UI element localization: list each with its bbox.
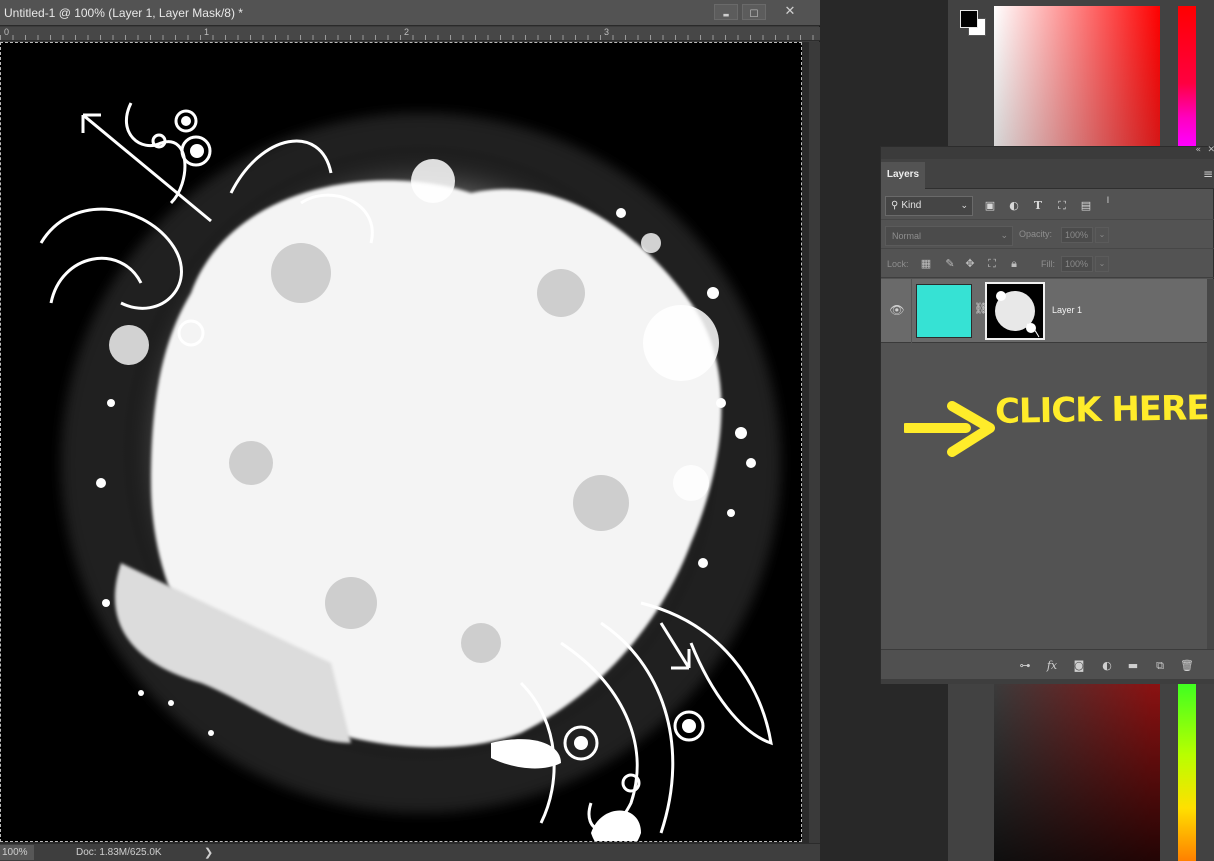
color-picker-field-lower[interactable] [994,684,1160,861]
mask-thumb-art [987,284,1043,338]
lock-position-icon[interactable]: ✥ [963,257,977,271]
type-filter-icon[interactable]: T [1031,199,1045,213]
collapse-icon[interactable]: « [1195,145,1201,155]
document-title: Untitled-1 @ 100% (Layer 1, Layer Mask/8… [4,6,243,20]
fill-field[interactable]: 100% [1061,256,1093,272]
new-layer-icon[interactable]: ⧉ [1152,658,1168,674]
tutorial-annotation: CLICK HERE [900,388,1209,470]
lock-row: Lock: ▦ ✎ ✥ ⛶ 🔒︎ Fill: 100% ⌄ [881,250,1214,278]
close-icon[interactable]: ✕ [1207,145,1214,155]
mask-link-icon[interactable]: ⛓ [974,302,988,318]
panel-tab-bar: Layers ≡ [881,159,1214,189]
shape-filter-icon[interactable]: ⛶ [1055,199,1069,213]
layer-mask-thumbnail[interactable] [985,282,1045,340]
lock-image-pixels-icon[interactable]: ✎ [943,257,957,271]
arrow-right-icon [904,401,995,457]
lock-all-icon[interactable]: 🔒︎ [1007,257,1021,271]
document-size-info: Doc: 1.83M/625.0K [76,847,162,858]
opacity-field[interactable]: 100% [1061,227,1093,243]
blend-mode-value: Normal [892,231,922,241]
blend-mode-select[interactable]: Normal ⌄ [885,226,1013,246]
layers-bottom-toolbar: ⊶ fx ◙ ◐ ▬ ⧉ 🗑︎ [881,649,1214,679]
layer-thumbnail[interactable] [916,284,972,338]
foreground-color-swatch[interactable] [960,10,978,28]
click-here-label: CLICK HERE [994,388,1209,432]
filter-toggle-icon[interactable]: ⏽ [1101,194,1115,208]
chevron-down-icon: ⌄ [960,201,968,211]
blend-row: Normal ⌄ Opacity: 100% ⌄ [881,221,1214,249]
filter-kind-label: Kind [901,200,922,211]
divider [911,279,912,343]
tab-layers[interactable]: Layers [881,162,925,189]
document-tab[interactable]: Untitled-1 @ 100% (Layer 1, Layer Mask/8… [0,0,820,26]
minimize-button[interactable]: ▬ [714,4,738,20]
maximize-icon: ☐ [749,9,759,20]
layers-scrollbar[interactable] [1207,279,1214,649]
add-mask-icon[interactable]: ◙ [1071,658,1087,674]
lock-transparent-pixels-icon[interactable]: ▦ [919,257,933,271]
document-window: Untitled-1 @ 100% (Layer 1, Layer Mask/8… [0,0,820,861]
link-layers-icon[interactable]: ⊶ [1017,658,1033,674]
adjustment-filter-icon[interactable]: ◐ [1007,199,1021,213]
lock-artboard-icon[interactable]: ⛶ [985,257,999,271]
layer-filter-row: ⚲ Kind ⌄ ▣ ◐ T ⛶ ▤ ⏽ [881,190,1214,220]
photoshop-workspace: Untitled-1 @ 100% (Layer 1, Layer Mask/8… [0,0,1214,861]
vertical-scrollbar[interactable] [808,42,820,843]
adjustment-layer-icon[interactable]: ◐ [1099,658,1115,674]
canvas-layer-mask[interactable] [0,42,802,842]
filter-kind-select[interactable]: ⚲ Kind ⌄ [885,196,973,216]
horizontal-ruler[interactable]: 0 1 2 3 [0,27,820,41]
lock-label: Lock: [887,259,909,269]
fx-icon[interactable]: fx [1044,658,1060,674]
hue-slider-lower[interactable] [1178,684,1196,861]
close-button[interactable]: ✕ [778,4,802,20]
visibility-eye-icon[interactable]: 👁︎ [889,303,905,317]
panel-menu-icon[interactable]: ≡ [1203,167,1213,181]
canvas-area[interactable] [0,42,808,843]
opacity-label: Opacity: [1019,229,1053,239]
mask-artwork [1,43,801,841]
new-group-icon[interactable]: ▬ [1125,658,1141,674]
layer-name[interactable]: Layer 1 [1052,305,1082,315]
zoom-level-field[interactable]: 100% [0,845,34,860]
chevron-down-icon: ⌄ [1000,231,1008,241]
search-icon: ⚲ [891,200,899,211]
hue-slider[interactable] [1178,6,1196,146]
minimize-icon: ▬ [722,11,730,19]
delete-icon[interactable]: 🗑︎ [1179,658,1195,674]
panel-header[interactable]: « ✕ [881,145,1214,159]
close-icon: ✕ [784,4,796,19]
fill-chevron-icon[interactable]: ⌄ [1095,256,1109,272]
maximize-button[interactable]: ☐ [742,4,766,20]
opacity-chevron-icon[interactable]: ⌄ [1095,227,1109,243]
fill-label: Fill: [1041,259,1055,269]
smart-object-filter-icon[interactable]: ▤ [1079,199,1093,213]
color-picker-field[interactable] [994,6,1160,146]
status-bar: 100% Doc: 1.83M/625.0K ❯ [0,843,820,861]
ruler-ticks [0,35,820,40]
status-menu-arrow-icon[interactable]: ❯ [204,846,213,859]
image-filter-icon[interactable]: ▣ [983,199,997,213]
layer-row[interactable]: 👁︎ ⛓ Layer 1 [881,279,1207,343]
panel-resize-grip[interactable] [881,679,1214,684]
